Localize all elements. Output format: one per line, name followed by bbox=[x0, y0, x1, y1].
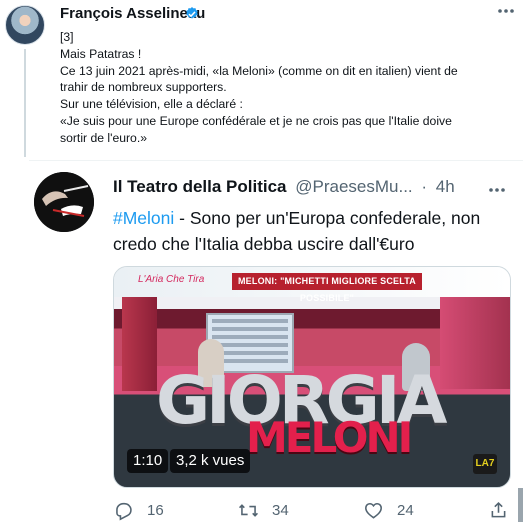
stage-panel bbox=[122, 297, 157, 391]
stage-panel bbox=[440, 297, 510, 389]
reply-count: 16 bbox=[147, 501, 164, 519]
like-icon bbox=[365, 502, 382, 519]
action-bar: 16 34 24 bbox=[113, 498, 523, 522]
reply-text-line: - Sono per un'Europa confederale, non bbox=[174, 208, 481, 228]
top-tweet: François Asselineau [3] Mais Patatras ! … bbox=[0, 0, 523, 160]
thread-line bbox=[24, 49, 26, 157]
reply-tweet: Il Teatro della Politica @PraesesMu... ·… bbox=[29, 160, 523, 522]
reply-text: #Meloni - Sono per un'Europa confederale… bbox=[113, 205, 513, 257]
reply-avatar[interactable] bbox=[34, 172, 94, 232]
scrollbar-thumb[interactable] bbox=[518, 488, 523, 522]
tweet-line: «Je suis pour une Europe confédérale et … bbox=[60, 113, 452, 128]
share-button[interactable] bbox=[488, 498, 509, 522]
reply-handle[interactable]: @PraesesMu... bbox=[295, 177, 412, 196]
video-player[interactable]: L'Aria Che Tira MELONI: "MICHETTI MIGLIO… bbox=[113, 266, 511, 488]
reply-button[interactable]: 16 bbox=[113, 498, 164, 522]
tweet-line: [3] bbox=[60, 30, 74, 44]
reply-icon bbox=[116, 502, 132, 521]
reply-author-name[interactable]: Il Teatro della Politica bbox=[113, 177, 287, 196]
retweet-button[interactable]: 34 bbox=[238, 498, 289, 522]
like-button[interactable]: 24 bbox=[363, 498, 414, 522]
retweet-icon bbox=[239, 503, 258, 517]
hashtag-link[interactable]: #Meloni bbox=[113, 208, 174, 228]
overlay-surname: MELONI bbox=[246, 413, 413, 462]
share-icon bbox=[491, 501, 506, 517]
video-duration: 1:10 bbox=[127, 449, 169, 473]
verified-badge-icon bbox=[186, 7, 198, 19]
channel-logo: LA7 bbox=[473, 454, 497, 474]
conductor-hands-icon bbox=[34, 172, 94, 232]
video-caption: MELONI: "MICHETTI MIGLIORE SCELTA POSSIB… bbox=[232, 273, 422, 303]
retweet-count: 34 bbox=[272, 501, 289, 519]
like-count: 24 bbox=[397, 501, 414, 519]
tweet-line: Mais Patatras ! bbox=[60, 46, 142, 61]
tweet-line: sortir de l'euro.» bbox=[60, 130, 148, 145]
tweet-line: Sur une télévision, elle a déclaré : bbox=[60, 97, 243, 112]
more-icon[interactable] bbox=[496, 4, 516, 18]
reply-header: Il Teatro della Politica @PraesesMu... ·… bbox=[113, 177, 455, 197]
author-avatar[interactable] bbox=[5, 5, 45, 45]
tweet-line: trahir de nombreux supporters. bbox=[60, 80, 227, 95]
reply-timestamp[interactable]: 4h bbox=[436, 177, 455, 196]
reply-text-line: credo che l'Italia debba uscire dall'€ur… bbox=[113, 234, 415, 254]
show-logo: L'Aria Che Tira bbox=[138, 274, 205, 285]
video-views: 3,2 k vues bbox=[170, 449, 251, 473]
tweet-line: Ce 13 juin 2021 après-midi, «la Meloni» … bbox=[60, 63, 458, 78]
tweet-text: [3] Mais Patatras ! Ce 13 juin 2021 aprè… bbox=[60, 29, 510, 147]
separator-dot: · bbox=[421, 177, 428, 196]
more-icon[interactable] bbox=[487, 183, 507, 197]
